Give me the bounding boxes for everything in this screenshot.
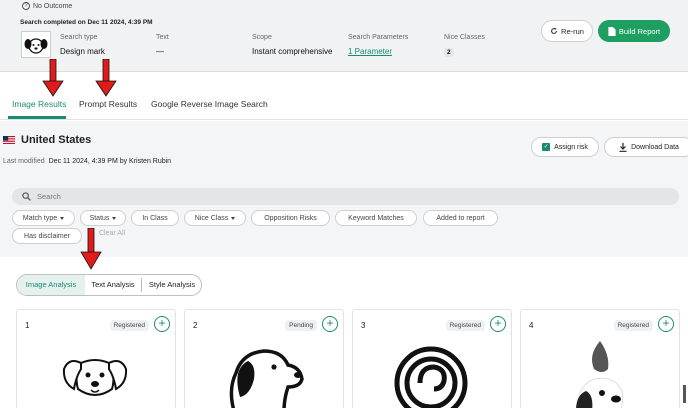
- scrollbar[interactable]: [683, 385, 686, 403]
- text-analysis-option[interactable]: Text Analysis: [85, 275, 141, 295]
- search-parameters-link[interactable]: 1 Parameter: [348, 47, 408, 56]
- active-tab-indicator: [8, 116, 66, 119]
- add-to-report-button[interactable]: +: [490, 316, 506, 332]
- image-analysis-option[interactable]: Image Analysis: [17, 275, 85, 295]
- add-to-report-button[interactable]: +: [658, 316, 674, 332]
- tab-prompt-results[interactable]: Prompt Results: [79, 99, 137, 109]
- trademark-image: [222, 339, 304, 408]
- scope-column: Scope Instant comprehensive: [252, 34, 333, 56]
- filter-in-class[interactable]: In Class: [131, 210, 179, 226]
- country-title: United States: [21, 134, 92, 146]
- search-input[interactable]: [37, 189, 437, 204]
- rerun-label: Re-run: [561, 26, 584, 36]
- assign-risk-label: Assign risk: [554, 143, 588, 151]
- text-column: Text —: [156, 34, 169, 56]
- refresh-icon: [551, 27, 557, 34]
- filter-label: In Class: [142, 214, 168, 222]
- clear-all-link[interactable]: Clear All: [99, 230, 125, 237]
- scope-value: Instant comprehensive: [252, 47, 333, 56]
- download-data-label: Download Data: [631, 143, 679, 151]
- dog-outline-icon: [62, 359, 128, 396]
- chevron-down-icon: [231, 216, 236, 220]
- chevron-down-icon: [60, 216, 65, 220]
- filter-added-to-report[interactable]: Added to report: [423, 210, 498, 226]
- outcome-label: No Outcome: [33, 2, 73, 10]
- status-badge: Registered: [109, 320, 149, 331]
- rerun-button[interactable]: Re-run: [541, 20, 593, 42]
- filter-label: Status: [89, 214, 110, 222]
- filter-label: Has disclaimer: [24, 232, 70, 240]
- search-bar: [12, 188, 679, 205]
- search-type-label: Search type: [60, 34, 98, 41]
- filter-label: Opposition Risks: [264, 214, 317, 222]
- chevron-down-icon: [112, 216, 117, 220]
- result-card[interactable]: 2 Pending +: [184, 309, 344, 408]
- checkbox-icon: ✓: [542, 143, 551, 151]
- text-label: Text: [156, 34, 169, 41]
- search-parameters-column: Search Parameters 1 Parameter: [348, 34, 408, 56]
- assign-risk-button[interactable]: ✓ Assign risk: [531, 137, 599, 157]
- search-completed-text: Search completed on Dec 11 2024, 4:39 PM: [20, 19, 153, 26]
- filter-nice-class[interactable]: Nice Class: [184, 210, 246, 226]
- nice-classes-column: Nice Classes 2: [444, 34, 485, 57]
- last-modified-label: Last modified: [3, 158, 45, 165]
- filter-opposition-risks[interactable]: Opposition Risks: [251, 210, 330, 226]
- status-badge: Pending: [285, 320, 317, 331]
- filter-has-disclaimer[interactable]: Has disclaimer: [12, 228, 82, 244]
- add-to-report-button[interactable]: +: [322, 316, 338, 332]
- result-number: 3: [361, 321, 366, 330]
- red-arrow-icon: [42, 59, 64, 97]
- dog-face-icon: [24, 37, 48, 54]
- trademark-image: [54, 339, 136, 408]
- search-type-value: Design mark: [60, 47, 105, 56]
- filter-label: Keyword Matches: [348, 214, 404, 222]
- red-arrow-icon: [95, 59, 117, 97]
- question-icon: ?: [22, 2, 30, 10]
- us-flag-icon: [3, 136, 15, 144]
- red-arrow-icon: [80, 228, 102, 270]
- circular-logo-icon: [394, 346, 468, 408]
- filter-label: Nice Class: [194, 214, 229, 222]
- nice-classes-label: Nice Classes: [444, 34, 485, 41]
- build-report-button[interactable]: Build Report: [598, 20, 670, 42]
- download-data-button[interactable]: Download Data: [604, 137, 688, 157]
- download-icon: [619, 142, 627, 152]
- filter-status[interactable]: Status: [80, 210, 126, 226]
- scope-label: Scope: [252, 34, 272, 41]
- spotted-dog-icon: [575, 341, 624, 408]
- search-icon: [22, 192, 31, 201]
- text-value: —: [156, 47, 164, 56]
- trademark-image: [390, 339, 472, 408]
- result-number: 4: [529, 321, 534, 330]
- add-to-report-button[interactable]: +: [154, 316, 170, 332]
- result-number: 1: [25, 321, 30, 330]
- style-analysis-option[interactable]: Style Analysis: [142, 275, 201, 295]
- search-parameters-label: Search Parameters: [348, 34, 409, 41]
- outcome-status[interactable]: ? No Outcome: [22, 2, 72, 10]
- tab-image-results[interactable]: Image Results: [12, 99, 66, 109]
- document-icon: [608, 26, 616, 36]
- status-badge: Registered: [445, 320, 485, 331]
- search-type-column: Search type Design mark: [60, 34, 105, 56]
- filter-label: Added to report: [436, 214, 485, 222]
- result-card[interactable]: 4 Registered +: [520, 309, 680, 408]
- trademark-image: [558, 339, 640, 408]
- last-modified-text: Last modified Dec 11 2024, 4:39 PM by Kri…: [3, 158, 171, 165]
- analysis-toggle: Image Analysis Text Analysis Style Analy…: [16, 274, 202, 296]
- filter-label: Match type: [22, 214, 58, 222]
- status-badge: Registered: [613, 320, 653, 331]
- last-modified-value: Dec 11 2024, 4:39 PM by Kristen Rubin: [48, 158, 172, 165]
- filter-match-type[interactable]: Match type: [12, 210, 75, 226]
- design-mark-thumbnail: [21, 31, 51, 58]
- app-root: ? No Outcome Search completed on Dec 11 …: [0, 0, 688, 408]
- build-report-label: Build Report: [618, 26, 661, 36]
- tab-google-reverse-image-search[interactable]: Google Reverse Image Search: [151, 99, 268, 109]
- filter-keyword-matches[interactable]: Keyword Matches: [335, 210, 417, 226]
- nice-classes-badge: 2: [444, 48, 454, 57]
- result-card[interactable]: 3 Registered +: [352, 309, 512, 408]
- result-card[interactable]: 1 Registered +: [16, 309, 176, 408]
- dog-profile-icon: [229, 349, 304, 408]
- result-number: 2: [193, 321, 198, 330]
